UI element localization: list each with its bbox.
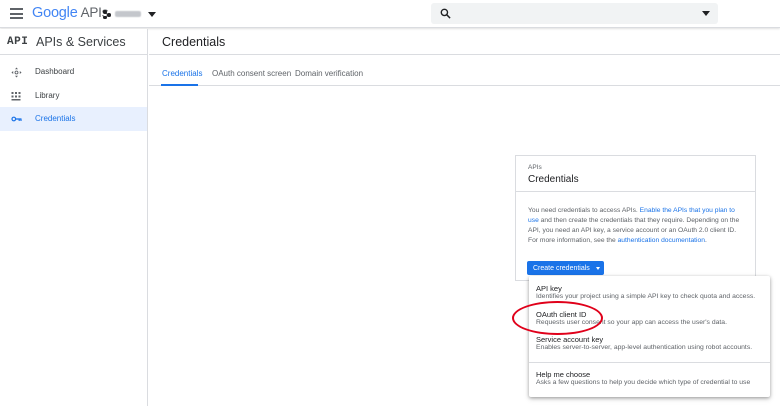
tab-credentials[interactable]: Credentials — [162, 69, 202, 78]
sidebar-item-library[interactable]: Library — [0, 84, 147, 108]
sidebar-item-dashboard[interactable]: Dashboard — [0, 60, 147, 84]
menu-item-help-me-choose[interactable]: Help me choose Asks a few questions to h… — [529, 370, 770, 390]
search-icon — [440, 8, 451, 19]
sidebar-item-credentials[interactable]: Credentials — [0, 107, 147, 131]
sidebar-item-label: Credentials — [35, 114, 76, 124]
search-bar[interactable] — [431, 3, 718, 24]
card-header: APIs Credentials — [516, 156, 755, 192]
caret-down-icon — [595, 266, 600, 270]
menu-item-description: Enables server-to-server, app-level auth… — [536, 344, 753, 351]
create-credentials-button[interactable]: Create credentials — [527, 261, 604, 275]
create-credentials-label: Create credentials — [533, 264, 590, 272]
menu-item-oauth-client-id[interactable]: OAuth client ID Requests user consent so… — [529, 310, 770, 330]
menu-item-title: API key — [536, 284, 562, 293]
project-selector[interactable] — [103, 8, 156, 20]
menu-item-description: Asks a few questions to help you decide … — [536, 379, 751, 386]
menu-item-title: Help me choose — [536, 370, 591, 379]
menu-icon[interactable] — [10, 8, 23, 19]
key-icon — [10, 113, 22, 125]
menu-item-title: OAuth client ID — [536, 310, 587, 319]
top-bar: Google APIs — [0, 0, 780, 28]
search-input[interactable] — [459, 6, 689, 21]
menu-item-service-account-key[interactable]: Service account key Enables server-to-se… — [529, 335, 770, 355]
sidebar-item-label: Dashboard — [35, 67, 75, 77]
nav-title[interactable]: APIs & Services — [36, 35, 126, 49]
tab-bar: Credentials OAuth consent screen Domain … — [149, 56, 780, 86]
card-eyebrow: APIs — [528, 164, 542, 171]
menu-divider — [529, 362, 770, 363]
menu-item-api-key[interactable]: API key Identifies your project using a … — [529, 284, 770, 304]
menu-item-description: Identifies your project using a simple A… — [536, 293, 756, 300]
active-tab-indicator — [161, 84, 198, 86]
tab-domain-verification[interactable]: Domain verification — [295, 69, 363, 78]
create-credentials-menu: API key Identifies your project using a … — [529, 276, 770, 397]
nav-header: API APIs & Services — [0, 29, 147, 55]
library-icon — [10, 90, 22, 102]
project-name-redacted — [115, 11, 141, 17]
chevron-down-icon — [148, 11, 156, 17]
authentication-documentation-link[interactable]: authentication documentation — [618, 237, 705, 244]
side-nav: API APIs & Services Dashboard Library Cr… — [0, 29, 148, 406]
menu-item-description: Requests user consent so your app can ac… — [536, 319, 727, 326]
card-description: You need credentials to access APIs. Ena… — [528, 206, 742, 246]
project-icon — [103, 9, 111, 19]
page-header: Credentials — [149, 29, 780, 55]
tab-oauth-consent-screen[interactable]: OAuth consent screen — [212, 69, 291, 78]
logo-google: Google — [32, 5, 78, 21]
google-apis-logo[interactable]: Google APIs — [32, 5, 108, 21]
search-dropdown-icon[interactable] — [702, 11, 710, 16]
card-title: Credentials — [528, 174, 579, 185]
card-text-3: . — [704, 237, 707, 244]
sidebar-item-label: Library — [35, 90, 60, 100]
api-badge: API — [7, 36, 29, 48]
menu-item-title: Service account key — [536, 335, 604, 344]
card-text-1: You need credentials to access APIs. — [528, 207, 640, 214]
dashboard-icon — [10, 66, 22, 78]
page-title: Credentials — [162, 35, 226, 49]
